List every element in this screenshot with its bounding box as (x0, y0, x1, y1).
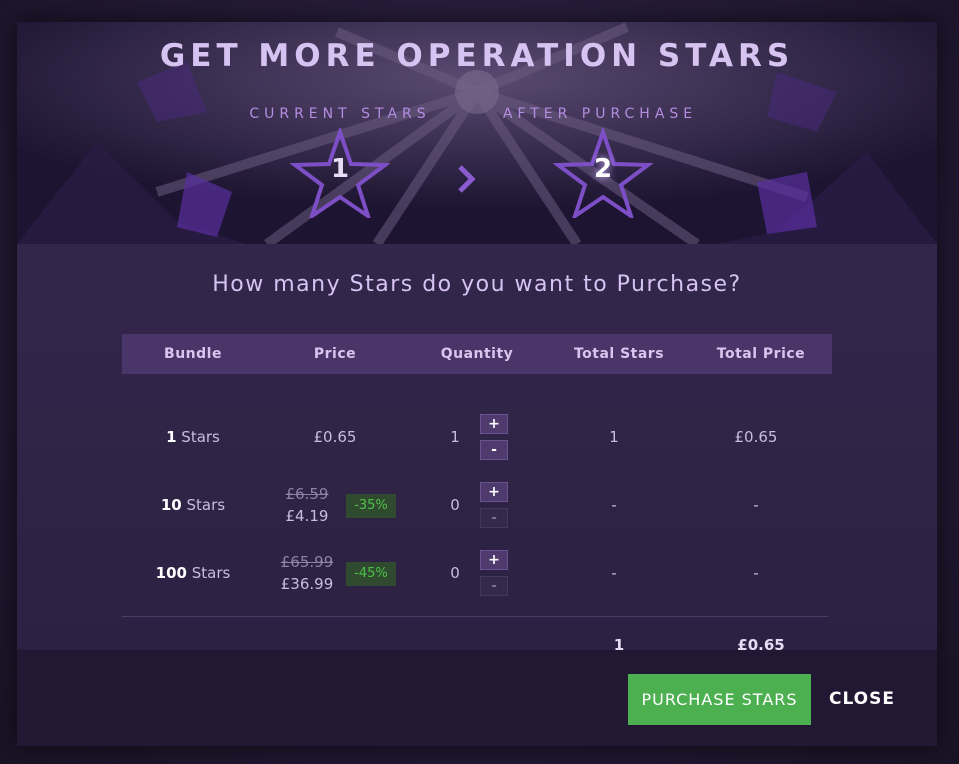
table-row: 1 Stars £0.65 1 + - 1 £0.65 (122, 407, 832, 467)
table-row: 10 Stars £6.59 £4.19 -35% 0 + - - - (122, 475, 832, 535)
discount-badge: -35% (346, 494, 396, 518)
column-quantity: Quantity (440, 346, 514, 362)
total-stars-value: - (611, 564, 617, 582)
column-total-stars: Total Stars (573, 346, 665, 362)
original-price: £6.59 (285, 485, 329, 503)
discount-badge: -45% (346, 562, 396, 586)
after-purchase-badge: 2 (552, 125, 654, 221)
dialog-footer: PURCHASE STARS CLOSE (17, 650, 937, 746)
quantity-value: 0 (450, 496, 460, 514)
bundle-unit: Stars (176, 428, 220, 446)
original-price: £65.99 (280, 553, 334, 571)
column-total-price: Total Price (716, 346, 806, 362)
column-bundle: Bundle (164, 346, 222, 362)
bundle-cell: 10 Stars (122, 496, 264, 514)
total-price-value: - (753, 564, 759, 582)
quantity-decrease-button[interactable]: - (480, 440, 508, 460)
after-purchase-label: AFTER PURCHASE (502, 106, 698, 122)
after-purchase-value: 2 (593, 154, 613, 184)
total-stars-value: 1 (609, 428, 619, 446)
price-value: £36.99 (280, 575, 334, 593)
column-price: Price (313, 346, 357, 362)
purchase-question: How many Stars do you want to Purchase? (212, 272, 742, 297)
total-stars-value: - (611, 496, 617, 514)
quantity-value: 0 (450, 564, 460, 582)
current-stars-label: CURRENT STARS (249, 106, 431, 122)
current-stars-badge: 1 (289, 125, 391, 221)
table-row: 100 Stars £65.99 £36.99 -45% 0 + - - - (122, 543, 832, 603)
purchase-body: How many Stars do you want to Purchase? … (17, 244, 937, 654)
price-value: £4.19 (285, 507, 329, 525)
totals-divider (122, 616, 828, 617)
close-button[interactable]: CLOSE (822, 674, 902, 725)
price-value: £0.65 (313, 428, 357, 446)
dialog-title: GET MORE OPERATION STARS (159, 38, 795, 74)
bundle-unit: Stars (186, 564, 231, 582)
total-price-value: - (753, 496, 759, 514)
purchase-stars-dialog: GET MORE OPERATION STARS CURRENT STARS A… (17, 22, 937, 746)
total-price-value: £0.65 (734, 428, 778, 446)
header-banner: GET MORE OPERATION STARS CURRENT STARS A… (17, 22, 937, 244)
quantity-value: 1 (450, 428, 460, 446)
quantity-increase-button[interactable]: + (480, 550, 508, 570)
bundle-count: 100 (155, 564, 187, 582)
purchase-stars-button[interactable]: PURCHASE STARS (628, 674, 811, 725)
current-stars-value: 1 (330, 154, 350, 184)
quantity-decrease-button[interactable]: - (480, 508, 508, 528)
table-header: Bundle Price Quantity Total Stars Total … (122, 334, 832, 374)
bundle-count: 1 (166, 428, 177, 446)
chevron-right-icon (458, 165, 476, 193)
bundle-unit: Stars (181, 496, 226, 514)
quantity-increase-button[interactable]: + (480, 482, 508, 502)
quantity-increase-button[interactable]: + (480, 414, 508, 434)
bundle-count: 10 (160, 496, 182, 514)
bundle-cell: 1 Stars (122, 428, 264, 446)
quantity-decrease-button[interactable]: - (480, 576, 508, 596)
bundle-cell: 100 Stars (122, 564, 264, 582)
